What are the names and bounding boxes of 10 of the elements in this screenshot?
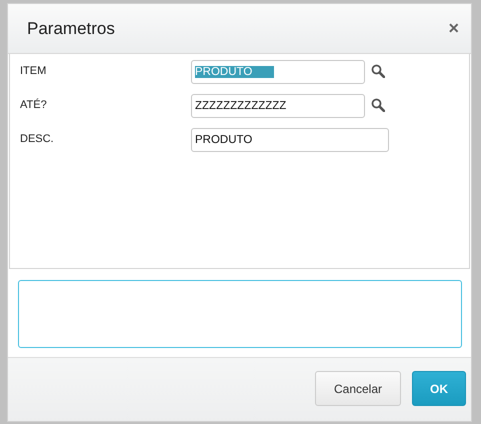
search-icon[interactable]: [371, 64, 385, 78]
cancel-button[interactable]: Cancelar: [315, 371, 401, 406]
field-label: DESC.: [20, 133, 54, 145]
input-field[interactable]: PRODUTO: [191, 128, 389, 152]
input-field[interactable]: ZZZZZZZZZZZZZ: [191, 94, 365, 118]
field-label: ITEM: [20, 65, 46, 77]
dialog-title: Parametros: [27, 18, 115, 38]
field-label: ATÉ?: [20, 99, 47, 111]
search-icon[interactable]: [371, 98, 385, 112]
close-button[interactable]: ×: [448, 18, 459, 39]
